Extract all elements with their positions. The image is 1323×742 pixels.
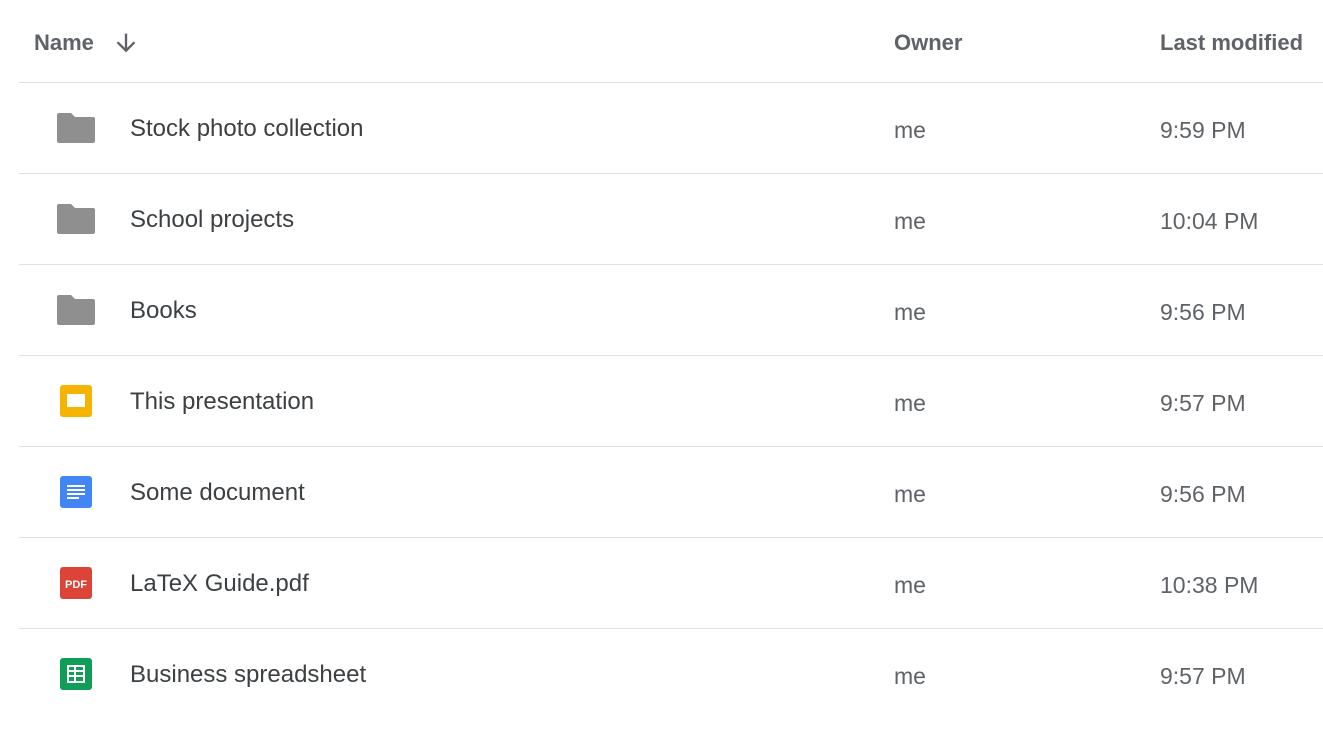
list-header: Name Owner Last modified (19, 0, 1323, 83)
pdf-icon-label: PDF (65, 579, 87, 591)
file-row[interactable]: This presentation me 9:57 PM (19, 356, 1323, 447)
file-name: Stock photo collection (130, 115, 364, 142)
folder-icon (56, 199, 96, 239)
file-owner: me (894, 299, 926, 325)
sheets-icon (56, 654, 96, 694)
file-name: Some document (130, 479, 305, 506)
file-last-modified: 9:57 PM (1160, 663, 1246, 689)
file-row[interactable]: PDF LaTeX Guide.pdf me 10:38 PM (19, 538, 1323, 629)
file-last-modified: 9:59 PM (1160, 117, 1246, 143)
file-name: This presentation (130, 388, 315, 415)
folder-icon (56, 108, 96, 148)
slides-icon (56, 381, 96, 421)
file-owner: me (894, 390, 926, 416)
owner-column-header[interactable]: Owner (894, 29, 962, 57)
file-owner: me (894, 481, 926, 507)
arrow-down-icon[interactable] (112, 29, 140, 57)
docs-icon (56, 472, 96, 512)
name-column-header: Name (34, 30, 94, 55)
file-owner: me (894, 208, 926, 234)
sort-by-name-button[interactable]: Name (34, 29, 140, 57)
file-name: Books (130, 297, 197, 324)
file-owner: me (894, 663, 926, 689)
file-row[interactable]: Books me 9:56 PM (19, 265, 1323, 356)
file-row[interactable]: Business spreadsheet me 9:57 PM (19, 629, 1323, 720)
file-name: School projects (130, 206, 295, 233)
file-row[interactable]: Some document me 9:56 PM (19, 447, 1323, 538)
last-modified-column-header[interactable]: Last modified (1160, 29, 1303, 57)
file-last-modified: 10:04 PM (1160, 208, 1259, 234)
folder-icon (56, 290, 96, 330)
file-owner: me (894, 572, 926, 598)
file-name: Business spreadsheet (130, 661, 367, 688)
file-last-modified: 9:56 PM (1160, 299, 1246, 325)
file-last-modified: 10:38 PM (1160, 572, 1259, 598)
file-last-modified: 9:56 PM (1160, 481, 1246, 507)
file-row[interactable]: Stock photo collection me 9:59 PM (19, 83, 1323, 174)
file-last-modified: 9:57 PM (1160, 390, 1246, 416)
file-owner: me (894, 117, 926, 143)
file-list: Name Owner Last modified Stock photo col… (19, 0, 1323, 720)
file-name: LaTeX Guide.pdf (130, 570, 309, 597)
pdf-icon: PDF (56, 563, 96, 603)
file-row[interactable]: School projects me 10:04 PM (19, 174, 1323, 265)
file-rows: Stock photo collection me 9:59 PM School… (19, 83, 1323, 720)
